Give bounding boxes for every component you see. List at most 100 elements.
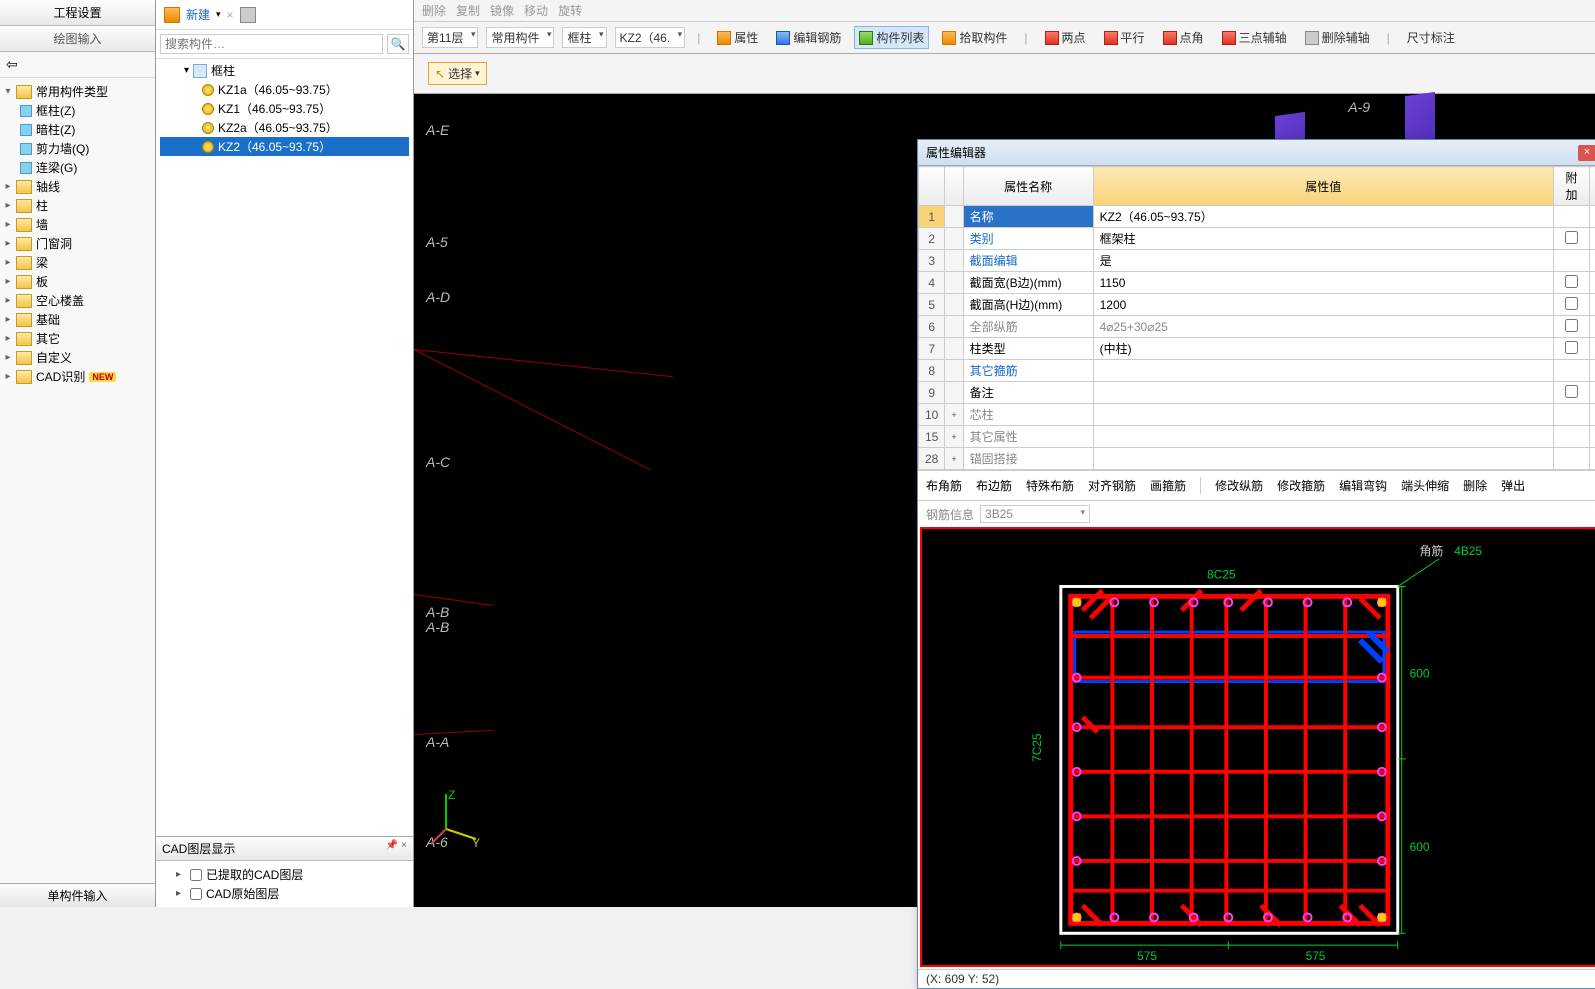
tb-move[interactable]: 移动 bbox=[524, 2, 548, 19]
tree-node-wall[interactable]: ▸墙 bbox=[2, 215, 153, 234]
select-button[interactable]: ↖选择▾ bbox=[428, 62, 487, 85]
copy-icon[interactable] bbox=[240, 7, 256, 23]
table-row[interactable]: 28+锚固搭接 bbox=[919, 448, 1595, 470]
cad-checkbox[interactable] bbox=[190, 869, 202, 881]
table-row[interactable]: 3截面编辑是 bbox=[919, 250, 1595, 272]
member-item[interactable]: KZ2a（46.05~93.75） bbox=[160, 118, 409, 137]
extra-checkbox[interactable] bbox=[1565, 341, 1578, 354]
tb-rotate[interactable]: 旋转 bbox=[558, 2, 582, 19]
tree-label: 板 bbox=[36, 273, 48, 290]
btn-three-point[interactable]: 三点辅轴 bbox=[1217, 26, 1292, 49]
rebar-diagram[interactable]: 8C25 7C25 600 600 575 575 角筋 4B25 bbox=[920, 527, 1595, 967]
table-row[interactable]: 7柱类型(中柱) bbox=[919, 338, 1595, 360]
table-row[interactable]: 1名称KZ2（46.05~93.75） bbox=[919, 206, 1595, 228]
tb-mirror[interactable]: 镜像 bbox=[490, 2, 514, 19]
tree-node-custom[interactable]: ▸自定义 bbox=[2, 348, 153, 367]
tree-node-foundation[interactable]: ▸基础 bbox=[2, 310, 153, 329]
rebar-btn-extend[interactable]: 端头伸缩 bbox=[1401, 477, 1449, 494]
cad-checkbox[interactable] bbox=[190, 888, 202, 900]
annotation-line bbox=[414, 349, 673, 377]
tree-leaf-wall[interactable]: 剪力墙(Q) bbox=[2, 139, 153, 158]
pin-icon[interactable]: 📌 × bbox=[386, 840, 407, 857]
extra-checkbox[interactable] bbox=[1565, 275, 1578, 288]
type-dropdown[interactable]: 框柱 bbox=[562, 27, 606, 48]
btn-dimension[interactable]: 尺寸标注 bbox=[1402, 26, 1460, 49]
dialog-titlebar[interactable]: 属性编辑器 × bbox=[918, 140, 1595, 166]
tree-leaf-az[interactable]: 暗柱(Z) bbox=[2, 120, 153, 139]
btn-component-list[interactable]: 构件列表 bbox=[854, 26, 929, 49]
member-tree: ▾框柱 KZ1a（46.05~93.75） KZ1（46.05~93.75） K… bbox=[156, 59, 413, 836]
extra-checkbox[interactable] bbox=[1565, 385, 1578, 398]
extra-checkbox[interactable] bbox=[1565, 297, 1578, 310]
btn-del-aux[interactable]: 删除辅轴 bbox=[1300, 26, 1375, 49]
tree-label: 其它 bbox=[36, 330, 60, 347]
panel-header-draw[interactable]: 绘图输入 bbox=[0, 26, 155, 52]
tb-copy[interactable]: 复制 bbox=[456, 2, 480, 19]
extra-checkbox[interactable] bbox=[1565, 319, 1578, 332]
rebar-info-combo[interactable]: 3B25 bbox=[980, 505, 1090, 523]
search-input[interactable] bbox=[160, 34, 383, 54]
tree-node-other[interactable]: ▸其它 bbox=[2, 329, 153, 348]
layer-dropdown[interactable]: 第11层 bbox=[422, 27, 478, 48]
annotation-line bbox=[414, 349, 651, 470]
table-row[interactable]: 4截面宽(B边)(mm)1150 bbox=[919, 272, 1595, 294]
tree-node-column[interactable]: ▸柱 bbox=[2, 196, 153, 215]
btn-point-angle[interactable]: 点角 bbox=[1158, 26, 1209, 49]
tb-delete[interactable]: 删除 bbox=[422, 2, 446, 19]
axis-label: A-B bbox=[426, 619, 449, 635]
rebar-btn-modstir[interactable]: 修改箍筋 bbox=[1277, 477, 1325, 494]
table-row[interactable]: 2类别框架柱 bbox=[919, 228, 1595, 250]
member-root[interactable]: ▾框柱 bbox=[160, 61, 409, 80]
table-row[interactable]: 6全部纵筋4⌀25+30⌀25 bbox=[919, 316, 1595, 338]
rebar-btn-modlong[interactable]: 修改纵筋 bbox=[1215, 477, 1263, 494]
tree-node-slab[interactable]: ▸板 bbox=[2, 272, 153, 291]
rebar-btn-popout[interactable]: 弹出 bbox=[1501, 477, 1525, 494]
table-row[interactable]: 9备注 bbox=[919, 382, 1595, 404]
dim-bottom1: 575 bbox=[1137, 949, 1157, 963]
axis-label: A-5 bbox=[426, 234, 448, 250]
member-item-selected[interactable]: KZ2（46.05~93.75） bbox=[160, 137, 409, 156]
rebar-btn-corner[interactable]: 布角筋 bbox=[926, 477, 962, 494]
status-coordinates: (X: 609 Y: 52) bbox=[918, 969, 1595, 988]
tree-node-cad[interactable]: ▸CAD识别NEW bbox=[2, 367, 153, 386]
btn-pick[interactable]: 拾取构件 bbox=[937, 26, 1012, 49]
rebar-btn-hook[interactable]: 编辑弯钩 bbox=[1339, 477, 1387, 494]
name-dropdown[interactable]: KZ2（46. bbox=[615, 27, 686, 48]
member-item[interactable]: KZ1a（46.05~93.75） bbox=[160, 80, 409, 99]
cad-row-original[interactable]: ▸CAD原始图层 bbox=[164, 884, 405, 903]
tree-leaf-beam[interactable]: 连梁(G) bbox=[2, 158, 153, 177]
tree-node-opening[interactable]: ▸门窗洞 bbox=[2, 234, 153, 253]
new-button[interactable]: 新建 bbox=[186, 6, 210, 23]
tree-label: 基础 bbox=[36, 311, 60, 328]
tree-node-common[interactable]: ▾常用构件类型 bbox=[2, 82, 153, 101]
close-icon[interactable]: × bbox=[1578, 145, 1595, 161]
member-item[interactable]: KZ1（46.05~93.75） bbox=[160, 99, 409, 118]
tree-leaf-kz[interactable]: 框柱(Z) bbox=[2, 101, 153, 120]
rebar-btn-edge[interactable]: 布边筋 bbox=[976, 477, 1012, 494]
category-dropdown[interactable]: 常用构件 bbox=[486, 27, 554, 48]
cad-row-extracted[interactable]: ▸已提取的CAD图层 bbox=[164, 865, 405, 884]
btn-properties[interactable]: 属性 bbox=[712, 26, 763, 49]
tree-node-axis[interactable]: ▸轴线 bbox=[2, 177, 153, 196]
drawing-canvas[interactable]: A-E A-5 A-D A-C A-B A-B A-A A-6 A-9 A-10… bbox=[414, 94, 1595, 907]
rebar-btn-delete[interactable]: 删除 bbox=[1463, 477, 1487, 494]
rebar-btn-special[interactable]: 特殊布筋 bbox=[1026, 477, 1074, 494]
btn-parallel[interactable]: 平行 bbox=[1099, 26, 1150, 49]
btn-edit-rebar[interactable]: 编辑钢筋 bbox=[771, 26, 846, 49]
rebar-btn-align[interactable]: 对齐钢筋 bbox=[1088, 477, 1136, 494]
nav-collapse-icon[interactable]: ⇦ bbox=[6, 56, 18, 73]
btn-two-point[interactable]: 两点 bbox=[1040, 26, 1091, 49]
table-row[interactable]: 5截面高(H边)(mm)1200 bbox=[919, 294, 1595, 316]
tree-label: 框柱(Z) bbox=[36, 102, 75, 119]
tree-node-hollow[interactable]: ▸空心楼盖 bbox=[2, 291, 153, 310]
tree-node-beam[interactable]: ▸梁 bbox=[2, 253, 153, 272]
search-button[interactable]: 🔍 bbox=[387, 34, 409, 54]
panel-header-engineering[interactable]: 工程设置 bbox=[0, 0, 155, 26]
table-row[interactable]: 8其它箍筋 bbox=[919, 360, 1595, 382]
dim-left: 7C25 bbox=[1030, 733, 1044, 762]
extra-checkbox[interactable] bbox=[1565, 231, 1578, 244]
table-row[interactable]: 15+其它属性 bbox=[919, 426, 1595, 448]
rebar-btn-drawstir[interactable]: 画箍筋 bbox=[1150, 477, 1186, 494]
table-row[interactable]: 10+芯柱 bbox=[919, 404, 1595, 426]
bottom-tab-single[interactable]: 单构件输入 bbox=[0, 883, 155, 907]
